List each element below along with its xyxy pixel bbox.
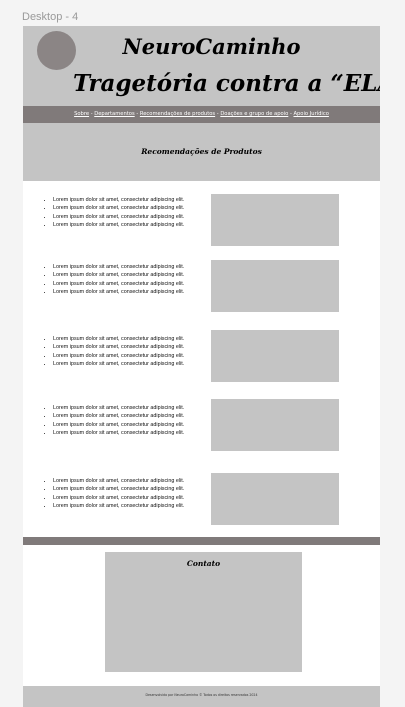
list-item: Lorem ipsum dolor sit amet, consectetur …: [53, 430, 213, 437]
list-item: Lorem ipsum dolor sit amet, consectetur …: [53, 413, 213, 420]
contact-box[interactable]: Contato: [105, 552, 302, 672]
list-item: Lorem ipsum dolor sit amet, consectetur …: [53, 336, 213, 343]
product-image-placeholder[interactable]: [211, 194, 339, 246]
list-item: Lorem ipsum dolor sit amet, consectetur …: [53, 353, 213, 360]
logo-circle[interactable]: [37, 31, 76, 70]
product-feature-list: Lorem ipsum dolor sit amet, consectetur …: [43, 264, 213, 298]
list-item: Lorem ipsum dolor sit amet, consectetur …: [53, 197, 213, 204]
product-feature-list: Lorem ipsum dolor sit amet, consectetur …: [43, 336, 213, 370]
list-item: Lorem ipsum dolor sit amet, consectetur …: [53, 344, 213, 351]
list-item: Lorem ipsum dolor sit amet, consectetur …: [53, 264, 213, 271]
nav-item-apoio-juridico[interactable]: Apoio Jurídico: [293, 111, 328, 117]
list-item: Lorem ipsum dolor sit amet, consectetur …: [53, 272, 213, 279]
nav-item-recomendacoes[interactable]: Recomendações de produtos: [140, 111, 215, 117]
list-item: Lorem ipsum dolor sit amet, consectetur …: [53, 205, 213, 212]
product-image-placeholder[interactable]: [211, 399, 339, 451]
product-feature-list: Lorem ipsum dolor sit amet, consectetur …: [43, 197, 213, 231]
product-feature-list: Lorem ipsum dolor sit amet, consectetur …: [43, 405, 213, 439]
list-item: Lorem ipsum dolor sit amet, consectetur …: [53, 281, 213, 288]
list-item: Lorem ipsum dolor sit amet, consectetur …: [53, 478, 213, 485]
site-subtitle: Tragetória contra a “ELA”: [73, 70, 380, 97]
section-divider: [23, 537, 380, 545]
list-item: Lorem ipsum dolor sit amet, consectetur …: [53, 495, 213, 502]
site-header: NeuroCaminho Tragetória contra a “ELA”: [23, 26, 380, 106]
list-item: Lorem ipsum dolor sit amet, consectetur …: [53, 289, 213, 296]
list-item: Lorem ipsum dolor sit amet, consectetur …: [53, 422, 213, 429]
products-section-title: Recomendações de Produtos: [141, 147, 262, 156]
list-item: Lorem ipsum dolor sit amet, consectetur …: [53, 222, 213, 229]
products-banner: Recomendações de Produtos: [23, 123, 380, 181]
product-image-placeholder[interactable]: [211, 473, 339, 525]
nav-item-departamentos[interactable]: Departamentos: [94, 111, 134, 117]
footer-text: Desenvolvido por NeuroCaminho © Todos os…: [145, 693, 258, 697]
product-image-placeholder[interactable]: [211, 330, 339, 382]
nav-item-doacoes[interactable]: Doações e grupo de apoio: [220, 111, 288, 117]
site-title: NeuroCaminho: [122, 34, 301, 59]
product-feature-list: Lorem ipsum dolor sit amet, consectetur …: [43, 478, 213, 512]
main-nav: Sobre - Departamentos - Recomendações de…: [23, 106, 380, 123]
list-item: Lorem ipsum dolor sit amet, consectetur …: [53, 503, 213, 510]
site-footer: Desenvolvido por NeuroCaminho © Todos os…: [23, 686, 380, 707]
list-item: Lorem ipsum dolor sit amet, consectetur …: [53, 361, 213, 368]
contact-title: Contato: [186, 559, 221, 568]
frame-label: Desktop - 4: [22, 11, 79, 23]
list-item: Lorem ipsum dolor sit amet, consectetur …: [53, 405, 213, 412]
list-item: Lorem ipsum dolor sit amet, consectetur …: [53, 486, 213, 493]
desktop-frame: NeuroCaminho Tragetória contra a “ELA” S…: [23, 26, 380, 707]
list-item: Lorem ipsum dolor sit amet, consectetur …: [53, 214, 213, 221]
nav-item-sobre[interactable]: Sobre: [74, 111, 89, 117]
product-image-placeholder[interactable]: [211, 260, 339, 312]
